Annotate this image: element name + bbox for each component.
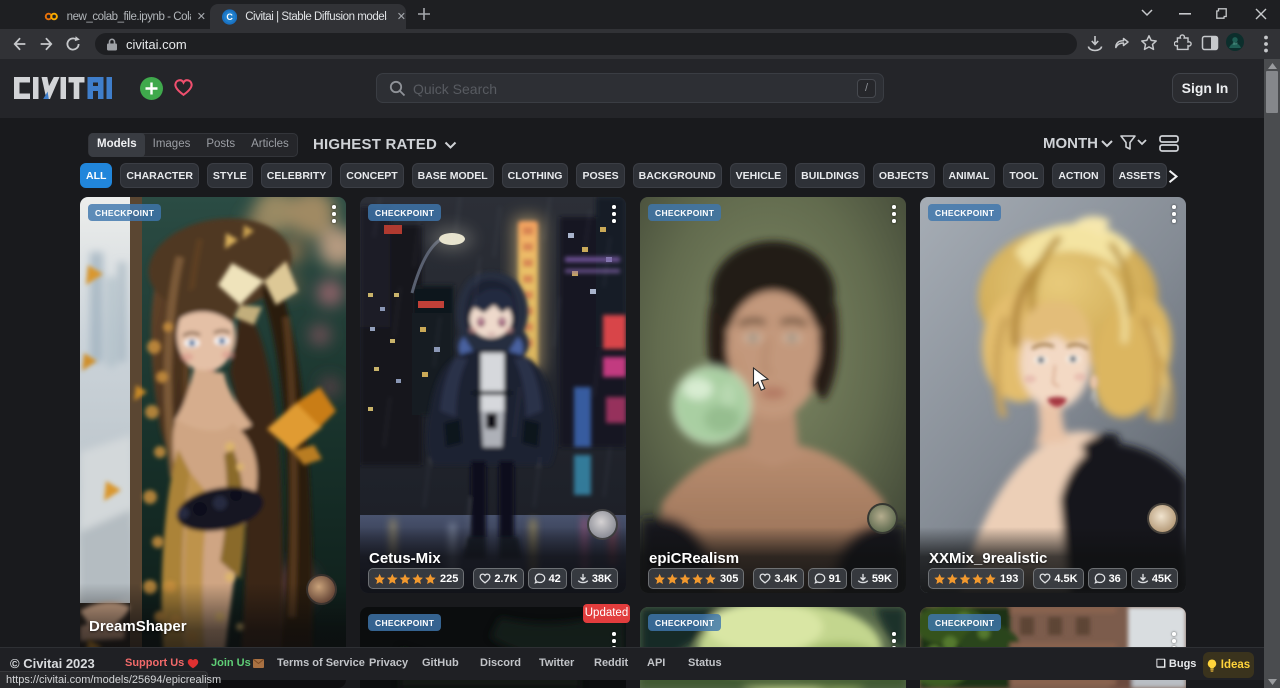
- svg-text:C: C: [226, 12, 233, 22]
- svg-text:alw: alw: [1233, 41, 1239, 45]
